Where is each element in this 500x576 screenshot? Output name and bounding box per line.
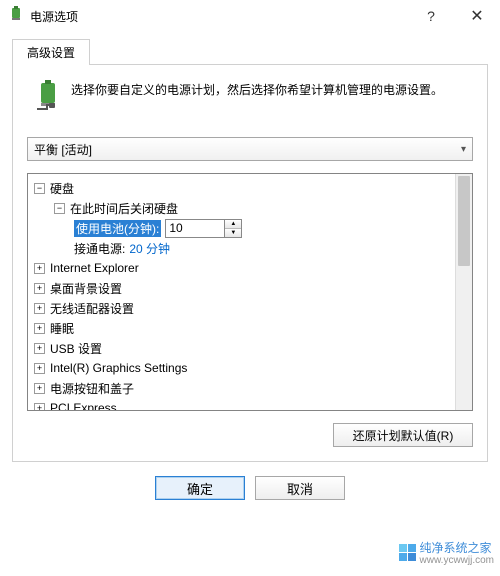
tab-panel: 选择你要自定义的电源计划，然后选择你希望计算机管理的电源设置。 平衡 [活动] … xyxy=(12,64,488,462)
ok-button[interactable]: 确定 xyxy=(155,476,245,500)
window-title: 电源选项 xyxy=(30,8,408,25)
power-icon xyxy=(8,6,24,27)
spinner[interactable]: ▲▼ xyxy=(225,219,242,238)
expand-icon[interactable]: + xyxy=(34,363,45,374)
settings-tree: −硬盘 −在此时间后关闭硬盘 使用电池(分钟): ▲▼ 接通电源: 20 分钟 … xyxy=(27,173,473,411)
tree-node-usb[interactable]: +USB 设置 xyxy=(32,338,468,358)
expand-icon[interactable]: + xyxy=(34,303,45,314)
tab-strip: 高级设置 选择你要自定义的电源计划，然后选择你希望计算机管理的电源设置。 平衡 … xyxy=(12,38,488,462)
titlebar: 电源选项 ? ✕ xyxy=(0,0,500,32)
battery-plug-icon xyxy=(27,79,71,115)
close-button[interactable]: ✕ xyxy=(454,0,500,32)
tree-node-turn-off-after[interactable]: −在此时间后关闭硬盘 xyxy=(32,198,468,218)
restore-defaults-button[interactable]: 还原计划默认值(R) xyxy=(333,423,473,447)
scrollbar-thumb[interactable] xyxy=(458,176,470,266)
tab-advanced[interactable]: 高级设置 xyxy=(12,39,90,65)
intro-text: 选择你要自定义的电源计划，然后选择你希望计算机管理的电源设置。 xyxy=(71,79,443,115)
help-button[interactable]: ? xyxy=(408,0,454,32)
watermark-logo-icon xyxy=(399,544,416,561)
expand-icon[interactable]: + xyxy=(34,263,45,274)
on-battery-input[interactable] xyxy=(165,219,225,238)
watermark: 纯净系统之家 www.ycwwjj.com xyxy=(399,539,494,566)
plugged-in-value[interactable]: 20 分钟 xyxy=(129,240,170,257)
plan-selected-label: 平衡 [活动] xyxy=(34,141,92,158)
tree-scrollbar[interactable] xyxy=(455,174,472,410)
plugged-in-label: 接通电源: xyxy=(74,240,125,257)
collapse-icon[interactable]: − xyxy=(54,203,65,214)
chevron-down-icon: ▾ xyxy=(461,144,466,155)
tree-node-power-buttons[interactable]: +电源按钮和盖子 xyxy=(32,378,468,398)
expand-icon[interactable]: + xyxy=(34,383,45,394)
spinner-up-icon[interactable]: ▲ xyxy=(225,220,241,229)
tree-node-sleep[interactable]: +睡眠 xyxy=(32,318,468,338)
on-battery-label: 使用电池(分钟): xyxy=(74,220,161,237)
expand-icon[interactable]: + xyxy=(34,403,45,412)
watermark-url: www.ycwwjj.com xyxy=(420,556,494,566)
tree-node-desktop-bg[interactable]: +桌面背景设置 xyxy=(32,278,468,298)
dialog-buttons: 确定 取消 xyxy=(12,462,488,500)
plan-select[interactable]: 平衡 [活动] ▾ xyxy=(27,137,473,161)
expand-icon[interactable]: + xyxy=(34,283,45,294)
tree-node-wireless[interactable]: +无线适配器设置 xyxy=(32,298,468,318)
spinner-down-icon[interactable]: ▼ xyxy=(225,229,241,237)
tree-node-on-battery[interactable]: 使用电池(分钟): ▲▼ xyxy=(32,218,468,238)
watermark-name: 纯净系统之家 xyxy=(420,541,492,555)
tree-node-pci[interactable]: +PCI Express xyxy=(32,398,468,411)
intro-row: 选择你要自定义的电源计划，然后选择你希望计算机管理的电源设置。 xyxy=(13,79,487,123)
cancel-button[interactable]: 取消 xyxy=(255,476,345,500)
content-area: 高级设置 选择你要自定义的电源计划，然后选择你希望计算机管理的电源设置。 平衡 … xyxy=(0,38,500,500)
expand-icon[interactable]: + xyxy=(34,343,45,354)
tree-node-hard-disk[interactable]: −硬盘 xyxy=(32,178,468,198)
tree-node-ie[interactable]: +Internet Explorer xyxy=(32,258,468,278)
collapse-icon[interactable]: − xyxy=(34,183,45,194)
expand-icon[interactable]: + xyxy=(34,323,45,334)
tree-node-intel-gfx[interactable]: +Intel(R) Graphics Settings xyxy=(32,358,468,378)
tree-node-plugged-in[interactable]: 接通电源: 20 分钟 xyxy=(32,238,468,258)
